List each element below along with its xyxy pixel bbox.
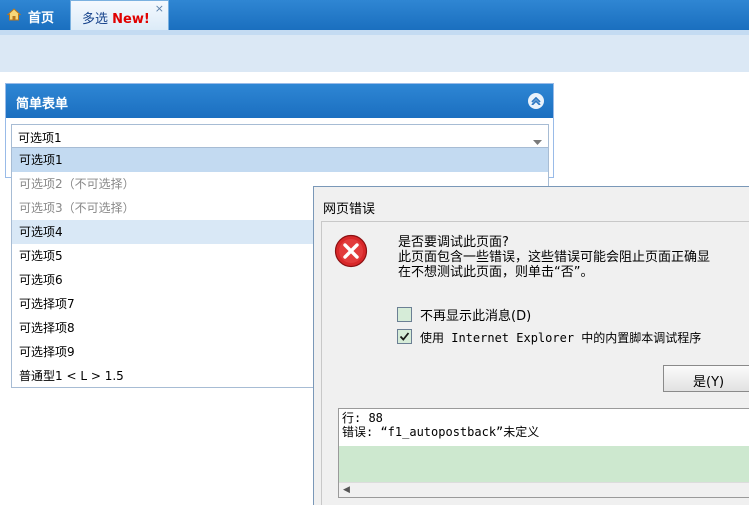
dialog-title: 网页错误	[323, 202, 376, 217]
tab-home[interactable]: 首页	[0, 0, 67, 30]
use-debugger-option[interactable]: 使用 Internet Explorer 中的内置脚本调试程序	[397, 329, 701, 346]
yes-button[interactable]: 是(Y)	[663, 365, 749, 392]
error-details-text: 行: 88 错误: “f1_autopostback”未定义	[342, 411, 539, 439]
message-line: 此页面包含一些错误，这些错误可能会阻止页面正确显	[398, 250, 711, 265]
scroll-left-icon[interactable]: ◀	[343, 485, 350, 495]
list-item[interactable]: 可选项1	[12, 148, 548, 172]
dont-show-again-option[interactable]: 不再显示此消息(D)	[397, 305, 531, 324]
tab-home-label: 首页	[28, 11, 55, 26]
message-line: 是否要调试此页面?	[398, 235, 509, 250]
yes-button-label: 是(Y)	[693, 375, 725, 390]
chevron-down-icon[interactable]	[533, 134, 542, 148]
dont-show-again-label: 不再显示此消息(D)	[420, 309, 532, 324]
details-line: 行: 88	[342, 411, 383, 425]
home-icon	[6, 8, 22, 25]
dialog-message: 是否要调试此页面? 此页面包含一些错误，这些错误可能会阻止页面正确显 在不想测试…	[398, 235, 710, 280]
panel-title: 简单表单	[16, 97, 69, 112]
tab-multiselect-label: 多选 New!	[82, 8, 150, 27]
panel-header: 简单表单	[6, 84, 553, 118]
use-debugger-checkbox[interactable]	[397, 329, 412, 344]
close-tab-icon[interactable]: ×	[155, 2, 164, 15]
details-line: 错误: “f1_autopostback”未定义	[342, 425, 540, 439]
use-debugger-label: 使用 Internet Explorer 中的内置脚本调试程序	[420, 331, 702, 345]
tab-multiselect[interactable]: 多选 New! ×	[70, 0, 169, 30]
collapse-icon[interactable]	[528, 93, 544, 109]
new-badge: New!	[112, 12, 150, 27]
script-error-dialog: 网页错误 是否要调试此页面? 此页面包含一些错误，这些错误可能会阻止页面正确显 …	[313, 186, 749, 505]
tab-bar: 首页 多选 New! ×	[0, 0, 749, 30]
combobox-value: 可选项1	[18, 131, 62, 145]
details-highlight	[339, 446, 749, 484]
dont-show-again-checkbox[interactable]	[397, 307, 412, 322]
error-icon	[334, 234, 368, 268]
option-combobox[interactable]: 可选项1	[11, 124, 549, 148]
toolbar	[0, 35, 749, 72]
error-details-box[interactable]: 行: 88 错误: “f1_autopostback”未定义 ◀	[338, 408, 749, 498]
message-line: 在不想测试此页面，则单击“否”。	[398, 265, 594, 280]
horizontal-scrollbar[interactable]: ◀	[339, 482, 749, 497]
tab-multiselect-title: 多选	[82, 12, 109, 27]
